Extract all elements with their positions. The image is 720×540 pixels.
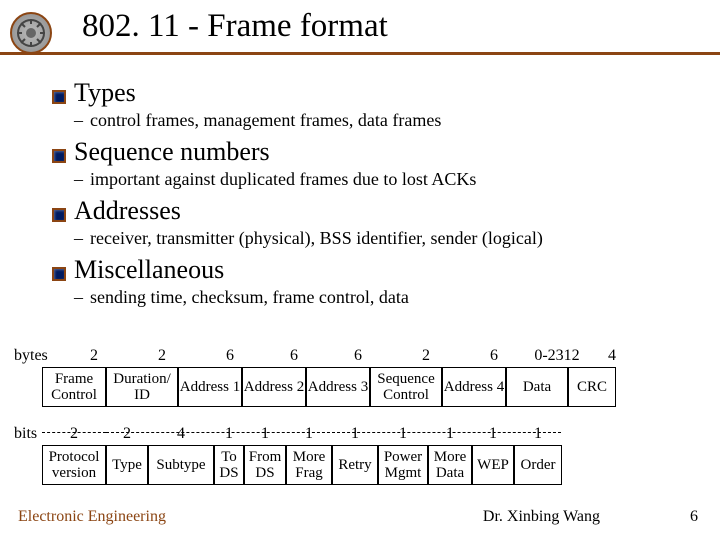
field-size: 2 bbox=[390, 347, 462, 365]
field-cell: Frame Control bbox=[42, 367, 106, 407]
field-size: 6 bbox=[198, 347, 262, 365]
field-cell: Order bbox=[514, 445, 562, 485]
field-cell: CRC bbox=[568, 367, 616, 407]
bullet-sub: sending time, checksum, frame control, d… bbox=[52, 287, 692, 308]
page-number: 6 bbox=[690, 508, 698, 526]
field-cell: Subtype bbox=[148, 445, 214, 485]
field-size: 4 bbox=[588, 347, 636, 365]
header-divider bbox=[0, 52, 720, 55]
field-cell: Sequence Control bbox=[370, 367, 442, 407]
bullet-main: Types bbox=[52, 78, 692, 108]
field-size: 2 bbox=[126, 347, 198, 365]
bullet-sub: control frames, management frames, data … bbox=[52, 110, 692, 131]
field-cell: WEP bbox=[472, 445, 514, 485]
bits-header-row: 22411111111 bbox=[42, 425, 562, 443]
bytes-label: bytes bbox=[14, 347, 48, 365]
field-cell: More Frag bbox=[286, 445, 332, 485]
field-cell: Duration/ ID bbox=[106, 367, 178, 407]
field-cell: Address 3 bbox=[306, 367, 370, 407]
bytes-header-row: 22666260-23124 bbox=[62, 347, 636, 365]
field-size: 1 bbox=[378, 425, 428, 443]
bullet-main: Sequence numbers bbox=[52, 137, 692, 167]
field-size: 6 bbox=[326, 347, 390, 365]
field-cell: To DS bbox=[214, 445, 244, 485]
bullet-main: Miscellaneous bbox=[52, 255, 692, 285]
field-cell: Address 4 bbox=[442, 367, 506, 407]
field-size: 1 bbox=[286, 425, 332, 443]
footer-department: Electronic Engineering bbox=[18, 508, 166, 526]
field-size: 1 bbox=[214, 425, 244, 443]
field-size: 2 bbox=[62, 347, 126, 365]
bullet-list: Typescontrol frames, management frames, … bbox=[52, 78, 692, 314]
field-cell: Address 1 bbox=[178, 367, 242, 407]
bits-label: bits bbox=[14, 425, 37, 443]
bits-table: Protocol versionTypeSubtypeTo DSFrom DSM… bbox=[42, 445, 562, 485]
footer-author: Dr. Xinbing Wang bbox=[483, 508, 600, 526]
field-size: 2 bbox=[106, 425, 148, 443]
institution-logo bbox=[10, 12, 52, 54]
bullet-sub: receiver, transmitter (physical), BSS id… bbox=[52, 228, 692, 249]
field-size: 6 bbox=[262, 347, 326, 365]
field-size: 1 bbox=[332, 425, 378, 443]
field-size: 1 bbox=[428, 425, 472, 443]
field-cell: From DS bbox=[244, 445, 286, 485]
field-cell: Type bbox=[106, 445, 148, 485]
field-cell: Protocol version bbox=[42, 445, 106, 485]
field-size: 0-2312 bbox=[526, 347, 588, 365]
field-size: 1 bbox=[472, 425, 514, 443]
bullet-main: Addresses bbox=[52, 196, 692, 226]
field-size: 2 bbox=[42, 425, 106, 443]
field-cell: Power Mgmt bbox=[378, 445, 428, 485]
field-cell: Address 2 bbox=[242, 367, 306, 407]
field-cell: Data bbox=[506, 367, 568, 407]
field-size: 1 bbox=[514, 425, 562, 443]
field-size: 6 bbox=[462, 347, 526, 365]
field-cell: Retry bbox=[332, 445, 378, 485]
slide-title: 802. 11 - Frame format bbox=[82, 8, 388, 45]
gear-icon bbox=[15, 17, 47, 49]
bytes-table: Frame ControlDuration/ IDAddress 1Addres… bbox=[42, 367, 616, 407]
field-cell: More Data bbox=[428, 445, 472, 485]
field-size: 1 bbox=[244, 425, 286, 443]
bullet-sub: important against duplicated frames due … bbox=[52, 169, 692, 190]
field-size: 4 bbox=[148, 425, 214, 443]
